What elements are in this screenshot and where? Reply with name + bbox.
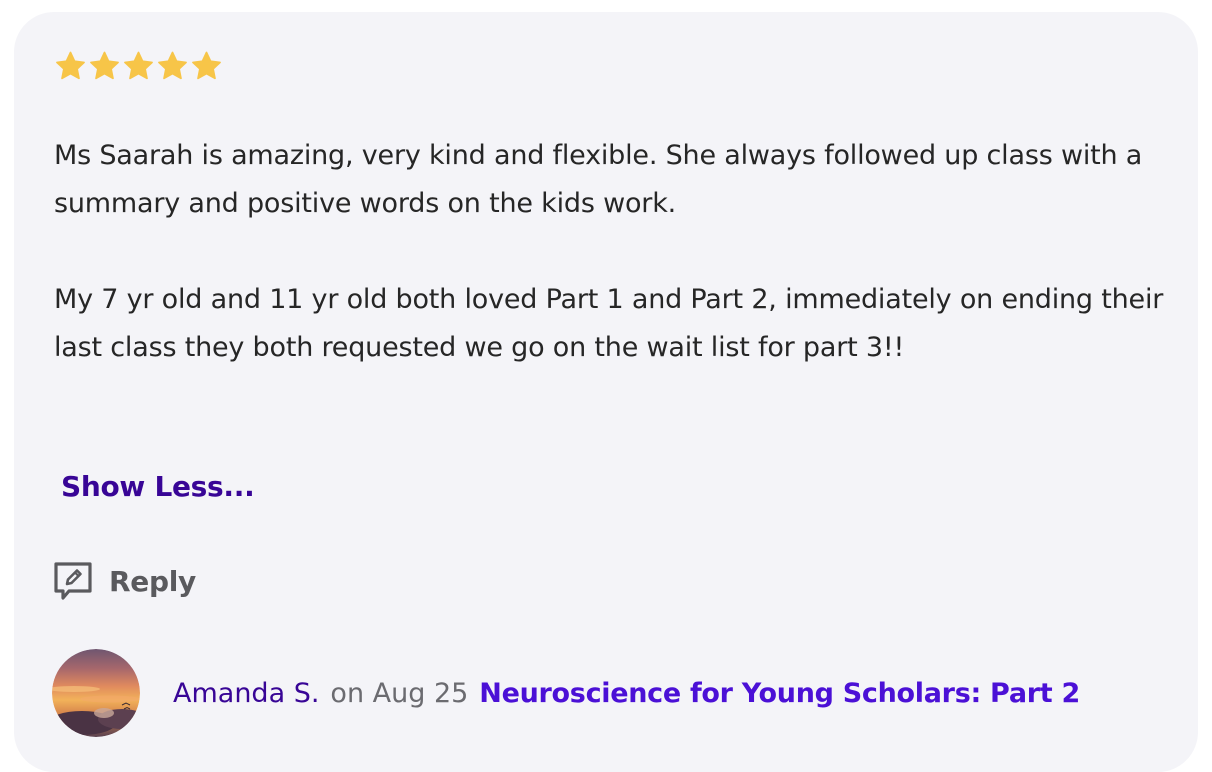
show-less-button[interactable]: Show Less...: [61, 470, 255, 503]
review-paragraph: Ms Saarah is amazing, very kind and flex…: [54, 140, 1143, 219]
star-icon: [124, 51, 153, 80]
reply-button[interactable]: Reply: [52, 560, 196, 602]
author-name-link[interactable]: Amanda S.: [173, 678, 319, 709]
class-title-link[interactable]: Neuroscience for Young Scholars: Part 2: [479, 678, 1080, 709]
review-body: Ms Saarah is amazing, very kind and flex…: [54, 132, 1174, 372]
star-icon: [90, 51, 119, 80]
review-date: on Aug 25: [330, 677, 469, 709]
edit-comment-icon: [54, 562, 92, 600]
star-icon: [158, 51, 187, 80]
review-card: Ms Saarah is amazing, very kind and flex…: [14, 12, 1198, 772]
review-meta: Amanda S. on Aug 25 Neuroscience for You…: [52, 649, 1080, 737]
star-icon: [192, 51, 221, 80]
review-paragraph: My 7 yr old and 11 yr old both loved Par…: [54, 284, 1164, 363]
star-rating: [54, 50, 223, 82]
avatar[interactable]: [52, 649, 140, 737]
star-icon: [56, 51, 85, 80]
reply-label: Reply: [109, 564, 196, 598]
